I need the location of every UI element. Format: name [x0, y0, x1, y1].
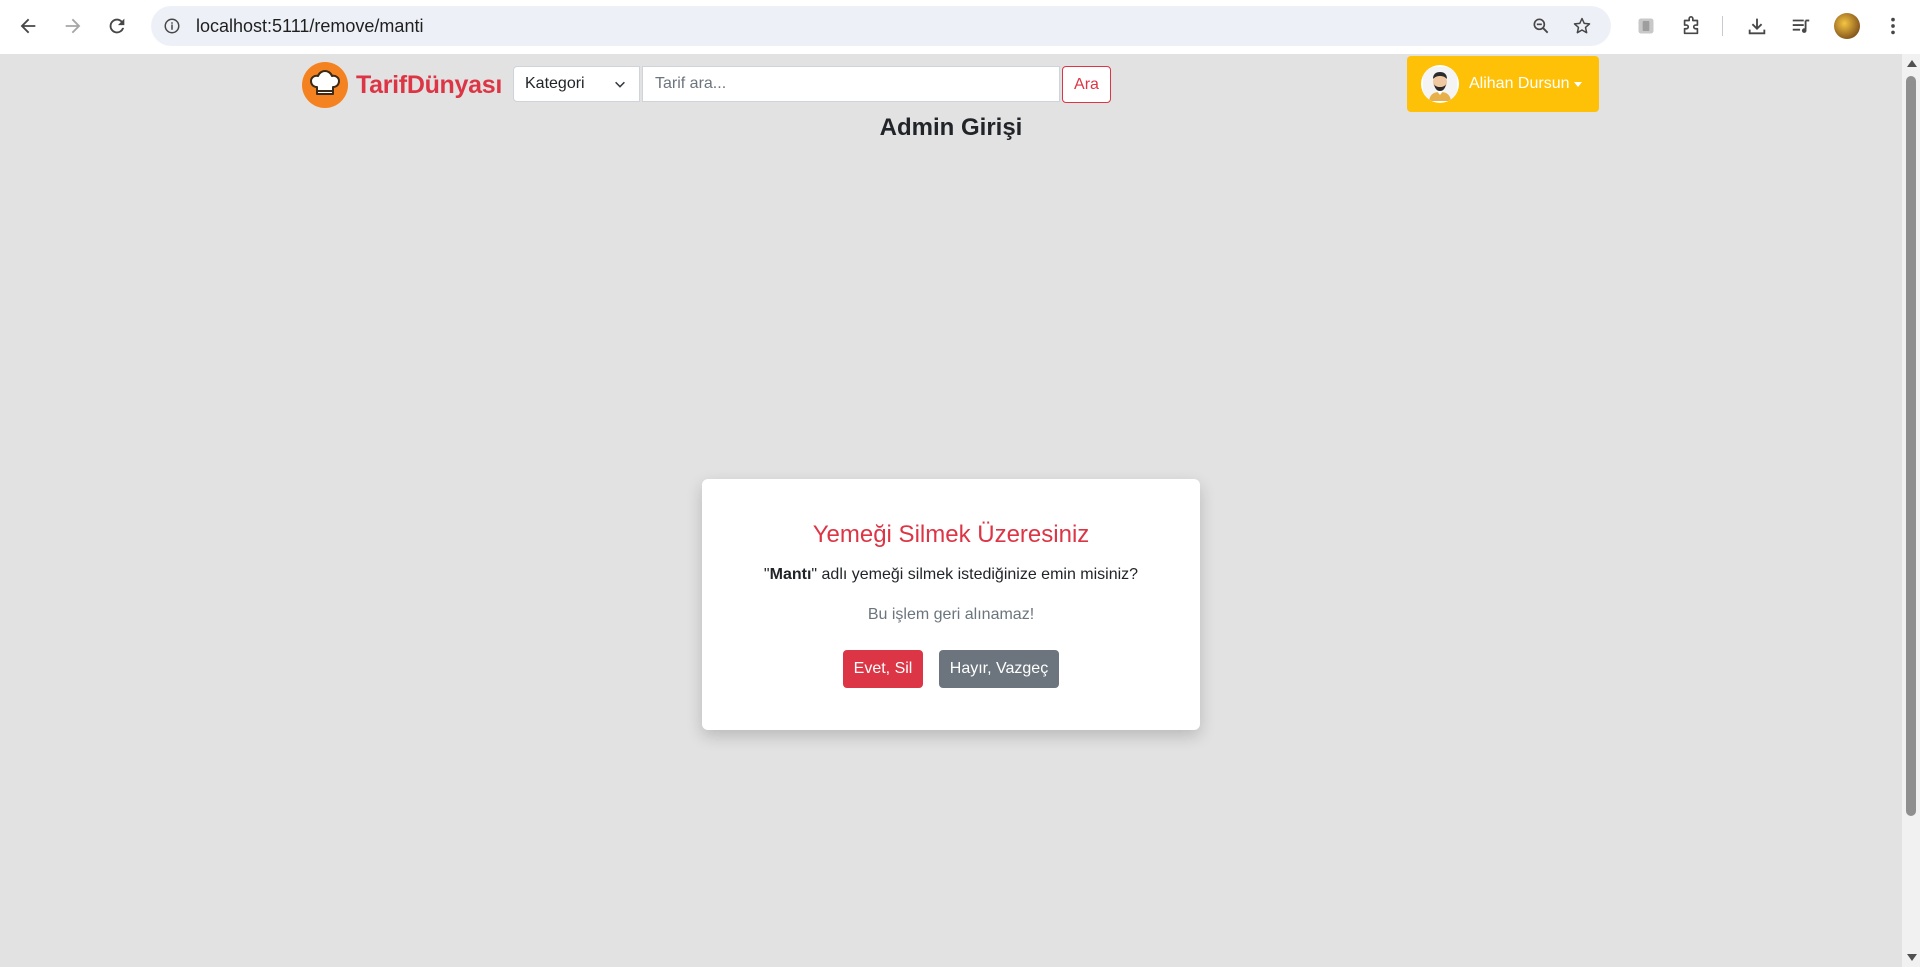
- forward-icon: [65, 18, 81, 34]
- back-button[interactable]: [12, 10, 44, 42]
- cancel-button[interactable]: Hayır, Vazgeç: [939, 650, 1059, 688]
- browser-profile-avatar[interactable]: [1834, 13, 1860, 39]
- search-button[interactable]: Ara: [1062, 66, 1111, 103]
- forward-button[interactable]: [57, 10, 89, 42]
- reload-button[interactable]: [101, 10, 133, 42]
- chef-hat-icon: [302, 62, 348, 108]
- brand-link[interactable]: TarifDünyası: [302, 62, 502, 108]
- info-icon[interactable]: [161, 15, 183, 37]
- page-title: Admin Girişi: [879, 114, 1023, 141]
- chevron-down-icon: [615, 81, 625, 88]
- zoom-icon[interactable]: [1529, 14, 1553, 38]
- url-text[interactable]: localhost:5111/remove/manti: [196, 16, 423, 36]
- scroll-down-arrow-icon[interactable]: [1907, 954, 1917, 961]
- search-input[interactable]: [642, 66, 1060, 102]
- category-select-value: Kategori: [525, 75, 585, 92]
- confirm-delete-button[interactable]: Evet, Sil: [843, 650, 923, 688]
- delete-confirm-dialog: Yemeği Silmek Üzeresiniz "Mantı" adlı ye…: [702, 479, 1200, 730]
- caret-down-icon: [1573, 81, 1582, 87]
- puzzle-icon[interactable]: [1678, 13, 1704, 39]
- user-name: Alihan Dursun: [1469, 75, 1570, 92]
- category-select[interactable]: Kategori: [513, 66, 640, 102]
- dialog-question: "Mantı" adlı yemeği silmek istediğinize …: [702, 566, 1200, 584]
- toolbar-separator: [1722, 16, 1723, 36]
- page-viewport: TarifDünyası Kategori Ara Alihan Dursun …: [0, 54, 1902, 967]
- extension-badge-icon[interactable]: [1633, 13, 1659, 39]
- user-menu-button[interactable]: Alihan Dursun: [1407, 56, 1599, 112]
- menu-icon[interactable]: [1880, 13, 1906, 39]
- browser-toolbar: localhost:5111/remove/manti: [0, 0, 1920, 54]
- page-scrollbar[interactable]: [1902, 54, 1920, 967]
- avatar: [1421, 65, 1459, 103]
- download-icon[interactable]: [1744, 13, 1770, 39]
- brand-name: TarifDünyası: [356, 70, 502, 99]
- reload-icon: [109, 18, 125, 34]
- address-bar[interactable]: localhost:5111/remove/manti: [151, 6, 1611, 46]
- question-text: " adlı yemeği silmek istediğinize emin m…: [811, 566, 1139, 583]
- back-icon: [20, 18, 36, 34]
- scroll-up-arrow-icon[interactable]: [1907, 60, 1917, 67]
- media-icon[interactable]: [1788, 13, 1814, 39]
- star-icon[interactable]: [1570, 14, 1594, 38]
- dialog-title: Yemeği Silmek Üzeresiniz: [812, 521, 1090, 548]
- dish-name: Mantı: [769, 566, 812, 583]
- dialog-warning: Bu işlem geri alınamaz!: [867, 606, 1035, 623]
- scroll-thumb[interactable]: [1906, 76, 1916, 816]
